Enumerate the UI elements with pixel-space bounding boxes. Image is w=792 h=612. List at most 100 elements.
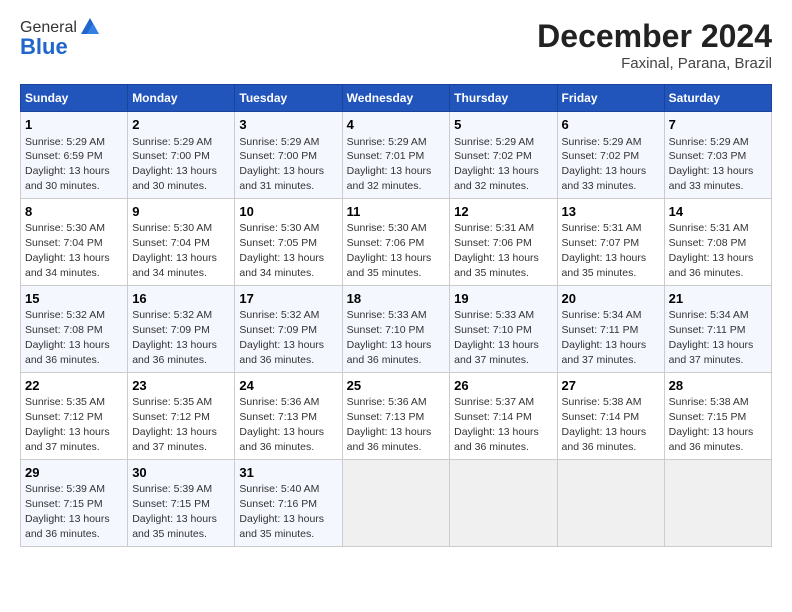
day-info: Sunrise: 5:30 AM Sunset: 7:04 PM Dayligh… bbox=[25, 222, 110, 279]
day-number: 24 bbox=[239, 377, 337, 395]
day-number: 18 bbox=[347, 290, 446, 308]
day-info: Sunrise: 5:39 AM Sunset: 7:15 PM Dayligh… bbox=[25, 483, 110, 540]
day-number: 21 bbox=[669, 290, 767, 308]
day-number: 10 bbox=[239, 203, 337, 221]
calendar-cell: 24Sunrise: 5:36 AM Sunset: 7:13 PM Dayli… bbox=[235, 372, 342, 459]
column-header-wednesday: Wednesday bbox=[342, 85, 450, 112]
column-header-sunday: Sunday bbox=[21, 85, 128, 112]
column-header-tuesday: Tuesday bbox=[235, 85, 342, 112]
day-number: 30 bbox=[132, 464, 230, 482]
calendar-cell bbox=[342, 459, 450, 546]
day-info: Sunrise: 5:29 AM Sunset: 7:00 PM Dayligh… bbox=[132, 136, 217, 193]
calendar-cell: 26Sunrise: 5:37 AM Sunset: 7:14 PM Dayli… bbox=[450, 372, 557, 459]
day-info: Sunrise: 5:35 AM Sunset: 7:12 PM Dayligh… bbox=[25, 396, 110, 453]
day-info: Sunrise: 5:30 AM Sunset: 7:05 PM Dayligh… bbox=[239, 222, 324, 279]
day-number: 9 bbox=[132, 203, 230, 221]
day-number: 7 bbox=[669, 116, 767, 134]
calendar-cell bbox=[557, 459, 664, 546]
day-info: Sunrise: 5:29 AM Sunset: 7:02 PM Dayligh… bbox=[454, 136, 539, 193]
calendar-cell: 17Sunrise: 5:32 AM Sunset: 7:09 PM Dayli… bbox=[235, 285, 342, 372]
day-info: Sunrise: 5:29 AM Sunset: 7:03 PM Dayligh… bbox=[669, 136, 754, 193]
day-number: 11 bbox=[347, 203, 446, 221]
calendar-cell: 4 Sunrise: 5:29 AM Sunset: 7:01 PM Daylig… bbox=[342, 112, 450, 199]
calendar-cell: 13Sunrise: 5:31 AM Sunset: 7:07 PM Dayli… bbox=[557, 198, 664, 285]
column-header-saturday: Saturday bbox=[664, 85, 771, 112]
calendar-week-2: 8Sunrise: 5:30 AM Sunset: 7:04 PM Daylig… bbox=[21, 198, 772, 285]
calendar-cell bbox=[450, 459, 557, 546]
calendar-cell: 11Sunrise: 5:30 AM Sunset: 7:06 PM Dayli… bbox=[342, 198, 450, 285]
day-number: 31 bbox=[239, 464, 337, 482]
day-info: Sunrise: 5:29 AM Sunset: 6:59 PM Dayligh… bbox=[25, 136, 110, 193]
day-number: 26 bbox=[454, 377, 552, 395]
day-number: 17 bbox=[239, 290, 337, 308]
calendar-cell: 25Sunrise: 5:36 AM Sunset: 7:13 PM Dayli… bbox=[342, 372, 450, 459]
calendar-cell: 23Sunrise: 5:35 AM Sunset: 7:12 PM Dayli… bbox=[128, 372, 235, 459]
calendar-cell: 1Sunrise: 5:29 AM Sunset: 6:59 PM Daylig… bbox=[21, 112, 128, 199]
day-number: 13 bbox=[562, 203, 660, 221]
calendar-cell: 30Sunrise: 5:39 AM Sunset: 7:15 PM Dayli… bbox=[128, 459, 235, 546]
day-number: 29 bbox=[25, 464, 123, 482]
day-info: Sunrise: 5:35 AM Sunset: 7:12 PM Dayligh… bbox=[132, 396, 217, 453]
day-info: Sunrise: 5:39 AM Sunset: 7:15 PM Dayligh… bbox=[132, 483, 217, 540]
day-info: Sunrise: 5:40 AM Sunset: 7:16 PM Dayligh… bbox=[239, 483, 324, 540]
calendar-cell: 10Sunrise: 5:30 AM Sunset: 7:05 PM Dayli… bbox=[235, 198, 342, 285]
day-number: 2 bbox=[132, 116, 230, 134]
calendar-cell bbox=[664, 459, 771, 546]
day-number: 3 bbox=[239, 116, 337, 134]
calendar-cell: 6 Sunrise: 5:29 AM Sunset: 7:02 PM Daylig… bbox=[557, 112, 664, 199]
day-info: Sunrise: 5:31 AM Sunset: 7:08 PM Dayligh… bbox=[669, 222, 754, 279]
day-info: Sunrise: 5:32 AM Sunset: 7:09 PM Dayligh… bbox=[132, 309, 217, 366]
calendar-week-1: 1Sunrise: 5:29 AM Sunset: 6:59 PM Daylig… bbox=[21, 112, 772, 199]
day-number: 23 bbox=[132, 377, 230, 395]
day-info: Sunrise: 5:36 AM Sunset: 7:13 PM Dayligh… bbox=[347, 396, 432, 453]
calendar-cell: 31Sunrise: 5:40 AM Sunset: 7:16 PM Dayli… bbox=[235, 459, 342, 546]
day-number: 20 bbox=[562, 290, 660, 308]
day-number: 15 bbox=[25, 290, 123, 308]
day-info: Sunrise: 5:31 AM Sunset: 7:06 PM Dayligh… bbox=[454, 222, 539, 279]
calendar-cell: 8Sunrise: 5:30 AM Sunset: 7:04 PM Daylig… bbox=[21, 198, 128, 285]
location: Faxinal, Parana, Brazil bbox=[537, 55, 772, 72]
day-info: Sunrise: 5:34 AM Sunset: 7:11 PM Dayligh… bbox=[669, 309, 754, 366]
calendar-cell: 18Sunrise: 5:33 AM Sunset: 7:10 PM Dayli… bbox=[342, 285, 450, 372]
day-info: Sunrise: 5:37 AM Sunset: 7:14 PM Dayligh… bbox=[454, 396, 539, 453]
day-number: 4 bbox=[347, 116, 446, 134]
day-number: 16 bbox=[132, 290, 230, 308]
column-header-monday: Monday bbox=[128, 85, 235, 112]
calendar-cell: 29Sunrise: 5:39 AM Sunset: 7:15 PM Dayli… bbox=[21, 459, 128, 546]
calendar-cell: 28Sunrise: 5:38 AM Sunset: 7:15 PM Dayli… bbox=[664, 372, 771, 459]
column-header-friday: Friday bbox=[557, 85, 664, 112]
day-number: 19 bbox=[454, 290, 552, 308]
day-number: 25 bbox=[347, 377, 446, 395]
day-number: 22 bbox=[25, 377, 123, 395]
day-info: Sunrise: 5:29 AM Sunset: 7:00 PM Dayligh… bbox=[239, 136, 324, 193]
day-number: 12 bbox=[454, 203, 552, 221]
calendar-cell: 14Sunrise: 5:31 AM Sunset: 7:08 PM Dayli… bbox=[664, 198, 771, 285]
day-info: Sunrise: 5:29 AM Sunset: 7:02 PM Dayligh… bbox=[562, 136, 647, 193]
day-info: Sunrise: 5:38 AM Sunset: 7:14 PM Dayligh… bbox=[562, 396, 647, 453]
page-container: General Blue December 2024 Faxinal, Para… bbox=[0, 0, 792, 557]
calendar-cell: 3 Sunrise: 5:29 AM Sunset: 7:00 PM Daylig… bbox=[235, 112, 342, 199]
calendar-header-row: SundayMondayTuesdayWednesdayThursdayFrid… bbox=[21, 85, 772, 112]
calendar-cell: 19Sunrise: 5:33 AM Sunset: 7:10 PM Dayli… bbox=[450, 285, 557, 372]
day-number: 28 bbox=[669, 377, 767, 395]
day-info: Sunrise: 5:29 AM Sunset: 7:01 PM Dayligh… bbox=[347, 136, 432, 193]
day-number: 6 bbox=[562, 116, 660, 134]
day-info: Sunrise: 5:34 AM Sunset: 7:11 PM Dayligh… bbox=[562, 309, 647, 366]
calendar-cell: 15Sunrise: 5:32 AM Sunset: 7:08 PM Dayli… bbox=[21, 285, 128, 372]
calendar-cell: 22Sunrise: 5:35 AM Sunset: 7:12 PM Dayli… bbox=[21, 372, 128, 459]
day-info: Sunrise: 5:32 AM Sunset: 7:08 PM Dayligh… bbox=[25, 309, 110, 366]
calendar-cell: 2 Sunrise: 5:29 AM Sunset: 7:00 PM Daylig… bbox=[128, 112, 235, 199]
title-block: December 2024 Faxinal, Parana, Brazil bbox=[537, 18, 772, 72]
calendar-cell: 20Sunrise: 5:34 AM Sunset: 7:11 PM Dayli… bbox=[557, 285, 664, 372]
calendar-week-5: 29Sunrise: 5:39 AM Sunset: 7:15 PM Dayli… bbox=[21, 459, 772, 546]
logo: General Blue bbox=[20, 18, 101, 60]
calendar-cell: 27Sunrise: 5:38 AM Sunset: 7:14 PM Dayli… bbox=[557, 372, 664, 459]
calendar-cell: 12Sunrise: 5:31 AM Sunset: 7:06 PM Dayli… bbox=[450, 198, 557, 285]
day-info: Sunrise: 5:32 AM Sunset: 7:09 PM Dayligh… bbox=[239, 309, 324, 366]
day-number: 5 bbox=[454, 116, 552, 134]
page-header: General Blue December 2024 Faxinal, Para… bbox=[20, 18, 772, 72]
day-info: Sunrise: 5:30 AM Sunset: 7:04 PM Dayligh… bbox=[132, 222, 217, 279]
calendar-cell: 5 Sunrise: 5:29 AM Sunset: 7:02 PM Daylig… bbox=[450, 112, 557, 199]
day-number: 14 bbox=[669, 203, 767, 221]
day-info: Sunrise: 5:38 AM Sunset: 7:15 PM Dayligh… bbox=[669, 396, 754, 453]
